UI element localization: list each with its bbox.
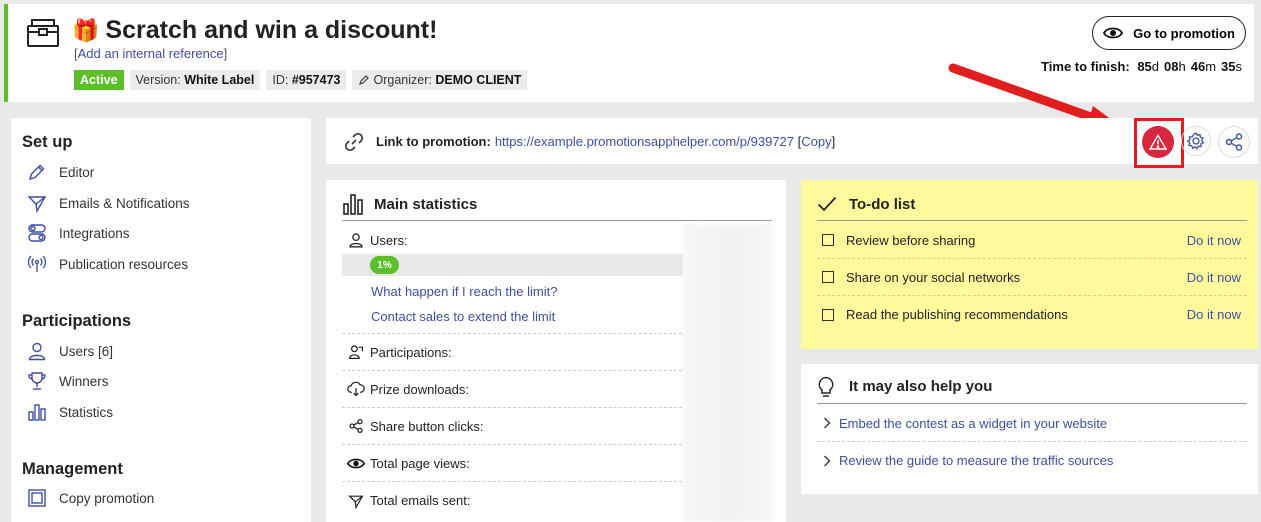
treasure-chest-icon <box>27 19 59 47</box>
cloud-download-icon <box>346 381 366 397</box>
help-header: It may also help you <box>817 370 1247 404</box>
pencil-icon <box>26 161 48 183</box>
blurred-values <box>683 224 775 522</box>
checkmark-icon <box>817 196 837 212</box>
limit-info-link[interactable]: What happen if I reach the limit? <box>371 284 557 299</box>
trophy-icon <box>26 370 48 392</box>
todo-item: Review before sharing Do it now <box>817 222 1247 259</box>
gift-icon: 🎁 <box>72 18 100 43</box>
toggles-icon <box>26 222 48 244</box>
sidebar-section-management: Management <box>22 460 123 478</box>
copy-icon <box>26 487 48 509</box>
todo-do-it-now-link[interactable]: Do it now <box>1187 233 1241 248</box>
users-progress-bar: 1% <box>342 254 683 276</box>
alert-button[interactable] <box>1142 126 1174 158</box>
settings-button[interactable] <box>1181 126 1211 156</box>
help-link-embed-widget[interactable]: Embed the contest as a widget in your we… <box>817 405 1247 442</box>
eye-icon <box>1103 27 1124 39</box>
sidebar-item-integrations[interactable]: Integrations <box>26 221 130 245</box>
main-statistics-header: Main statistics <box>342 188 772 221</box>
share-button[interactable] <box>1218 126 1250 158</box>
status-badge: Active <box>74 70 124 90</box>
todo-checkbox[interactable] <box>822 234 834 246</box>
version-tag: Version: White Label <box>129 70 261 90</box>
help-panel: It may also help you Embed the contest a… <box>801 364 1258 494</box>
broadcast-icon <box>26 253 48 275</box>
sidebar-item-copy-promotion[interactable]: Copy promotion <box>26 486 154 510</box>
promotion-url-link[interactable]: https://example.promotionsapphelper.com/… <box>495 134 794 149</box>
promotion-link: Link to promotion: https://example.promot… <box>376 134 836 149</box>
promotion-tags: Active Version: White Label ID: #957473 … <box>74 70 528 90</box>
promotion-link-bar: Link to promotion: https://example.promot… <box>326 118 1258 168</box>
help-title: It may also help you <box>849 378 993 395</box>
add-internal-reference-link[interactable]: Add an internal reference <box>78 46 224 61</box>
user-icon <box>26 340 48 362</box>
copy-link-button[interactable]: Copy <box>801 134 831 149</box>
organizer-tag[interactable]: Organizer: DEMO CLIENT <box>352 70 528 90</box>
send-icon <box>346 493 366 509</box>
todo-item: Read the publishing recommendations Do i… <box>817 296 1247 333</box>
go-to-promotion-button[interactable]: Go to promotion <box>1092 16 1246 50</box>
stat-page-views: Total page views: <box>342 445 682 482</box>
chevron-right-icon <box>823 454 831 467</box>
lightbulb-icon <box>818 376 834 397</box>
sidebar-section-participations: Participations <box>22 312 132 330</box>
stat-prize-downloads: Prize downloads: <box>342 371 682 408</box>
sidebar-item-users[interactable]: Users [6] <box>26 339 113 363</box>
help-link-traffic-guide[interactable]: Review the guide to measure the traffic … <box>817 442 1247 479</box>
page-title-text: Scratch and win a discount! <box>105 16 438 44</box>
send-icon <box>26 192 48 214</box>
page-title: 🎁 Scratch and win a discount! <box>72 16 437 45</box>
contact-sales-link[interactable]: Contact sales to extend the limit <box>371 309 555 324</box>
stat-participations: Participations: <box>342 334 682 371</box>
todo-checkbox[interactable] <box>822 271 834 283</box>
todo-list-header: To-do list <box>817 188 1247 221</box>
chevron-right-icon <box>823 417 831 429</box>
sidebar-item-editor[interactable]: Editor <box>26 160 94 184</box>
main-statistics-title: Main statistics <box>374 195 478 213</box>
link-icon <box>344 132 364 152</box>
gear-icon <box>1186 132 1205 150</box>
todo-do-it-now-link[interactable]: Do it now <box>1187 270 1241 285</box>
todo-list-panel: To-do list Review before sharing Do it n… <box>801 180 1258 349</box>
stat-share-clicks: Share button clicks: <box>342 408 682 445</box>
pencil-icon <box>359 75 370 85</box>
share-icon <box>1225 133 1243 151</box>
bar-chart-icon <box>26 401 48 423</box>
todo-item: Share on your social networks Do it now <box>817 259 1247 296</box>
participations-icon <box>346 344 366 360</box>
main-statistics-panel: Main statistics Users: 1% What happen if… <box>326 180 786 522</box>
sidebar: Set up Editor Emails & Notifications Int… <box>11 118 311 522</box>
id-tag: ID: #957473 <box>266 70 347 90</box>
sidebar-item-winners[interactable]: Winners <box>26 369 109 393</box>
stat-users: Users: <box>342 226 682 254</box>
sidebar-item-publication[interactable]: Publication resources <box>26 252 188 276</box>
stat-emails-sent: Total emails sent: <box>342 482 682 519</box>
todo-checkbox[interactable] <box>822 308 834 321</box>
sidebar-section-setup: Set up <box>22 133 73 151</box>
warning-triangle-icon <box>1149 134 1167 150</box>
users-progress-pill: 1% <box>370 256 399 274</box>
sidebar-item-emails[interactable]: Emails & Notifications <box>26 191 190 215</box>
sidebar-item-statistics[interactable]: Statistics <box>26 400 113 424</box>
user-icon <box>346 232 366 248</box>
bar-chart-icon <box>343 194 363 215</box>
share-icon <box>346 418 366 434</box>
internal-reference: [Add an internal reference] <box>74 46 228 61</box>
todo-list-title: To-do list <box>849 195 916 213</box>
eye-icon <box>346 457 366 470</box>
todo-do-it-now-link[interactable]: Do it now <box>1187 307 1241 322</box>
